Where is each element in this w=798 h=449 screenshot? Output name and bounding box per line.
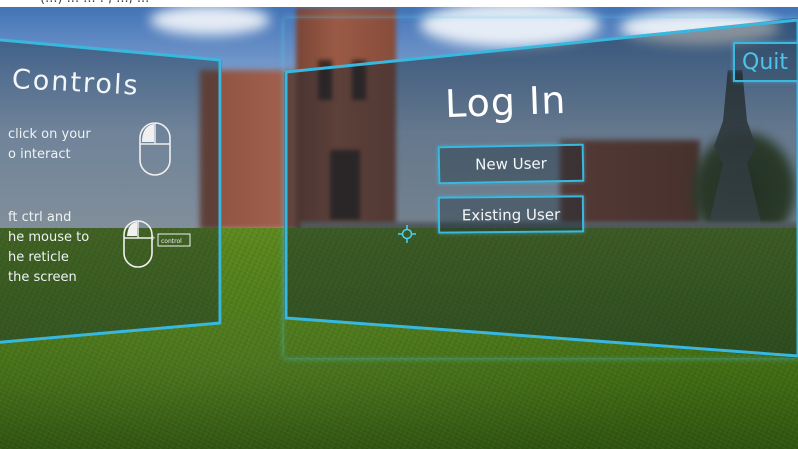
controls-instruction-click: click on your o interact: [8, 127, 91, 162]
new-user-button[interactable]: New User: [437, 143, 585, 185]
login-panel-border: [284, 18, 798, 358]
cloud: [150, 5, 270, 35]
top-caption-text: (...) ... ... . , ..., ...: [40, 0, 149, 6]
top-caption-strip: (...) ... ... . , ..., ...: [0, 0, 798, 7]
login-title: Log In: [444, 77, 567, 127]
control-key-label: control: [161, 238, 182, 245]
quit-button[interactable]: Quit: [733, 42, 798, 82]
controls-title: Controls: [11, 64, 141, 102]
controls-instruction-ctrl: ft ctrl and he mouse to he reticle the s…: [8, 210, 90, 285]
mouse-left-click-icon: [139, 122, 171, 176]
vr-scene: (...) ... ... . , ..., ... Controls clic…: [0, 0, 798, 449]
existing-user-button[interactable]: Existing User: [437, 195, 585, 234]
crosshair-reticle-icon: [398, 225, 416, 243]
mouse-move-icon: + control: [123, 220, 191, 268]
svg-text:+: +: [150, 234, 156, 242]
login-panel: [284, 18, 798, 358]
